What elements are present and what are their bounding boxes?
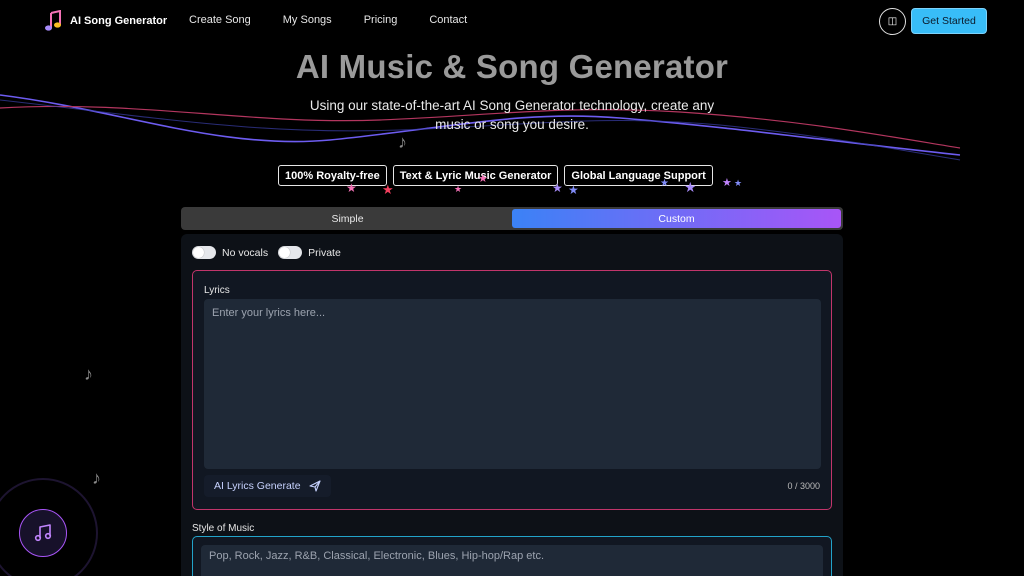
- svg-text:★: ★: [722, 177, 732, 189]
- get-started-button[interactable]: Get Started: [911, 8, 987, 34]
- brand-logo[interactable]: AI Song Generator: [44, 10, 167, 32]
- lyrics-label: Lyrics: [204, 285, 230, 296]
- no-vocals-toggle-group: No vocals: [192, 246, 268, 259]
- private-label: Private: [308, 246, 341, 259]
- ai-lyrics-generate-button[interactable]: AI Lyrics Generate: [204, 475, 331, 497]
- floating-note-icon: ♪: [398, 132, 407, 152]
- badge-royalty-free: 100% Royalty-free: [278, 165, 387, 186]
- tab-custom[interactable]: Custom: [512, 209, 841, 228]
- lyrics-section: Lyrics AI Lyrics Generate 0 / 3000: [192, 270, 832, 510]
- nav-link-create-song[interactable]: Create Song: [189, 14, 251, 26]
- theme-toggle-icon: ◫: [887, 16, 898, 27]
- style-of-music-label: Style of Music: [192, 523, 255, 534]
- style-of-music-input[interactable]: [201, 545, 823, 576]
- floating-note-icon: ♪: [92, 468, 101, 488]
- private-toggle-group: Private: [278, 246, 341, 259]
- send-icon: [309, 480, 321, 492]
- feature-badges: 100% Royalty-free Text & Lyric Music Gen…: [278, 165, 713, 186]
- lyrics-textarea[interactable]: [204, 299, 821, 469]
- page-title: AI Music & Song Generator: [295, 48, 729, 85]
- brand-name: AI Song Generator: [70, 15, 168, 27]
- no-vocals-label: No vocals: [222, 246, 269, 259]
- mode-tabs: Simple Custom: [181, 207, 843, 230]
- nav-link-pricing[interactable]: Pricing: [364, 14, 398, 26]
- music-player-button[interactable]: [19, 509, 67, 557]
- nav-link-contact[interactable]: Contact: [429, 14, 467, 26]
- ai-lyrics-generate-label: AI Lyrics Generate: [214, 480, 301, 492]
- svg-text:★: ★: [734, 178, 742, 188]
- music-note-icon: [45, 10, 61, 31]
- floating-note-icon: ♪: [84, 364, 93, 384]
- tab-simple[interactable]: Simple: [183, 209, 512, 228]
- style-section: [192, 536, 832, 576]
- music-note-icon: [34, 524, 52, 542]
- top-navbar: AI Song Generator Create Song My Songs P…: [0, 0, 1024, 42]
- no-vocals-switch[interactable]: [192, 246, 216, 259]
- badge-global-language: Global Language Support: [564, 165, 713, 186]
- private-switch[interactable]: [278, 246, 303, 259]
- page-subtitle: Using our state-of-the-art AI Song Gener…: [309, 98, 715, 132]
- nav-links: Create Song My Songs Pricing Contact: [189, 14, 499, 26]
- lyrics-char-counter: 0 / 3000: [787, 481, 820, 491]
- badge-text-lyric: Text & Lyric Music Generator: [392, 165, 559, 186]
- option-toggles: No vocals Private: [192, 246, 341, 259]
- nav-link-my-songs[interactable]: My Songs: [283, 14, 332, 26]
- theme-toggle-button[interactable]: ◫: [879, 8, 906, 35]
